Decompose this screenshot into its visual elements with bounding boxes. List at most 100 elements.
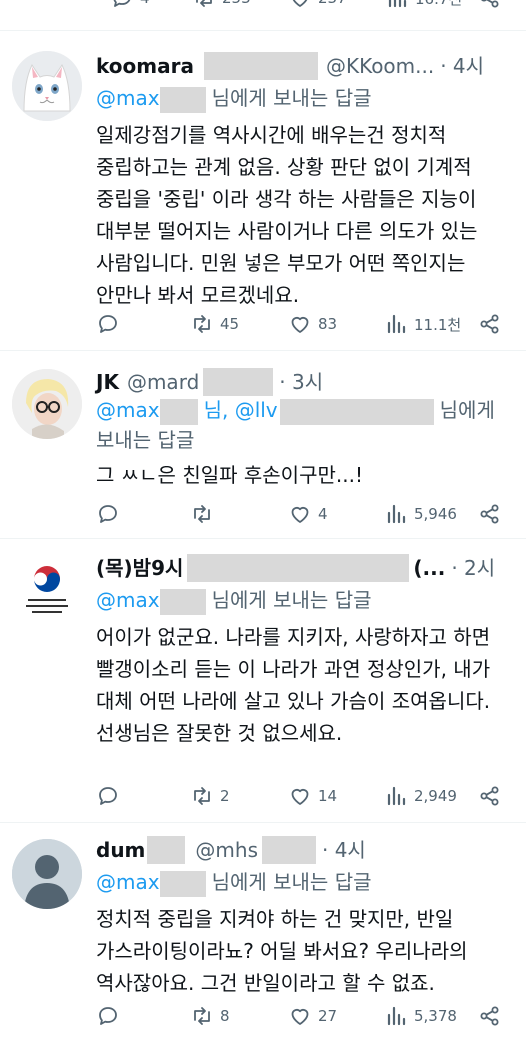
retweet-button[interactable] (190, 499, 220, 529)
retweet-button[interactable]: 8 (190, 1001, 230, 1031)
redacted-block (159, 86, 206, 113)
like-button[interactable]: 14 (288, 781, 337, 811)
retweet-count: 2 (220, 787, 230, 805)
views-icon (384, 312, 408, 336)
mention-link[interactable]: @max (96, 870, 160, 894)
cat-avatar-image (12, 51, 82, 121)
share-icon (478, 0, 502, 10)
tweet[interactable]: JK @mard · 3시 @max 님, @llv 님에게 보내는 답글 그 ㅆㄴ… (0, 350, 526, 538)
reply-icon (96, 312, 120, 336)
views-button[interactable]: 5,378 (384, 1001, 457, 1031)
like-button[interactable]: 237 (288, 0, 347, 10)
avatar[interactable] (12, 839, 82, 909)
tweet-text: 정치적 중립을 지켜야 하는 건 맞지만, 반일 가스라이팅이라뇨? 어딜 봐서… (96, 907, 468, 995)
avatar[interactable] (12, 551, 82, 621)
reply-button[interactable]: 4 (110, 0, 150, 10)
retweet-icon (190, 502, 214, 526)
retweet-icon (190, 312, 214, 336)
views-icon (384, 1004, 408, 1028)
share-icon (478, 784, 502, 808)
views-icon (384, 784, 408, 808)
redacted-block (261, 836, 316, 864)
tweet-header: dum @mhs · 4시 (96, 835, 514, 865)
reply-button[interactable] (96, 309, 126, 339)
display-name[interactable]: (목)밤9시 (96, 553, 183, 583)
reply-context: @max 님, @llv 님에게 보내는 답글 (96, 395, 514, 455)
retweet-button[interactable]: 45 (190, 309, 239, 339)
views-count: 5,378 (414, 1007, 457, 1025)
reply-context: @max 님에게 보내는 답글 (96, 585, 514, 615)
previous-tweet-action-bar: 4 253 237 16.7천 (0, 0, 526, 26)
timestamp[interactable]: · 3시 (279, 367, 323, 397)
retweet-button[interactable]: 2 (190, 781, 230, 811)
like-icon (288, 1004, 312, 1028)
share-button[interactable] (478, 781, 502, 811)
reply-button[interactable] (96, 781, 126, 811)
redacted-block (279, 398, 434, 425)
reply-icon (96, 1004, 120, 1028)
share-button[interactable] (478, 309, 502, 339)
views-button[interactable]: 16.7천 (385, 0, 462, 10)
timestamp[interactable]: · 4시 (322, 835, 366, 865)
tweet[interactable]: (목)밤9시 (... · 2시 @max 님에게 보내는 답글 어이가 없군요.… (0, 538, 526, 822)
display-name[interactable]: JK (96, 367, 119, 397)
reply-suffix: 님에게 보내는 답글 (211, 86, 372, 110)
reply-button[interactable] (96, 499, 126, 529)
user-handle[interactable]: @mard (127, 367, 199, 397)
views-icon (385, 0, 409, 10)
retweet-count: 253 (222, 0, 251, 7)
action-bar: 8 27 5,378 (96, 1001, 514, 1031)
tweet-header: (목)밤9시 (... · 2시 (96, 553, 514, 583)
redacted-block (203, 368, 274, 396)
like-count: 4 (318, 505, 328, 523)
mention-link[interactable]: @max (96, 86, 160, 110)
user-handle[interactable]: @mhs (195, 835, 258, 865)
tweet-text: 그 ㅆㄴ은 친일파 후손이구만...! (96, 463, 363, 487)
views-count: 11.1천 (414, 315, 462, 334)
reply-suffix: 님에게 보내는 답글 (211, 588, 372, 612)
action-bar: 45 83 11.1천 (96, 309, 514, 339)
views-button[interactable]: 11.1천 (384, 309, 461, 339)
tweet-text: 일제강점기를 역사시간에 배우는건 정치적 중립하고는 관계 없음. 상황 판단… (96, 123, 478, 307)
reply-button[interactable] (96, 1001, 126, 1031)
redacted-block (203, 52, 318, 80)
mention-link[interactable]: 님, @llv (204, 398, 278, 422)
tweet-header: JK @mard · 3시 (96, 367, 514, 397)
display-name[interactable]: koomara (96, 51, 194, 81)
reply-suffix: 님에게 (439, 398, 495, 422)
retweet-count: 45 (220, 315, 240, 333)
action-bar: 4 5,946 (96, 499, 514, 529)
display-name[interactable]: dum (96, 835, 145, 865)
mention-link[interactable]: @max (96, 588, 160, 612)
share-button[interactable] (478, 1001, 502, 1031)
share-icon (478, 502, 502, 526)
share-button[interactable] (478, 499, 502, 529)
like-button[interactable]: 83 (288, 309, 337, 339)
views-button[interactable]: 2,949 (384, 781, 457, 811)
redacted-block (159, 588, 206, 615)
tweet[interactable]: dum @mhs · 4시 @max 님에게 보내는 답글 정치적 중립을 지켜야… (0, 822, 526, 1052)
like-button[interactable]: 4 (288, 499, 328, 529)
views-count: 5,946 (414, 505, 457, 523)
share-button[interactable] (478, 0, 502, 10)
reply-context: @max 님에게 보내는 답글 (96, 867, 514, 897)
reply-icon (96, 502, 120, 526)
views-button[interactable]: 5,946 (384, 499, 457, 529)
reply-icon (96, 784, 120, 808)
avatar[interactable] (12, 369, 82, 439)
reply-context: @max 님에게 보내는 답글 (96, 83, 514, 113)
retweet-button[interactable]: 253 (192, 0, 251, 10)
timestamp[interactable]: · 2시 (451, 553, 495, 583)
timestamp[interactable]: · 4시 (440, 51, 484, 81)
reply-count: 4 (140, 0, 150, 7)
like-icon (288, 502, 312, 526)
tweet[interactable]: koomara @KKoom... · 4시 @max 님에게 보내는 답글 일제… (0, 30, 526, 350)
user-handle[interactable]: @KKoom... (326, 51, 434, 81)
views-icon (384, 502, 408, 526)
retweet-icon (190, 784, 214, 808)
mention-link[interactable]: @max (96, 398, 160, 422)
like-button[interactable]: 27 (288, 1001, 337, 1031)
user-handle[interactable]: (... (413, 553, 445, 583)
redacted-block (147, 836, 186, 864)
avatar[interactable] (12, 51, 82, 121)
